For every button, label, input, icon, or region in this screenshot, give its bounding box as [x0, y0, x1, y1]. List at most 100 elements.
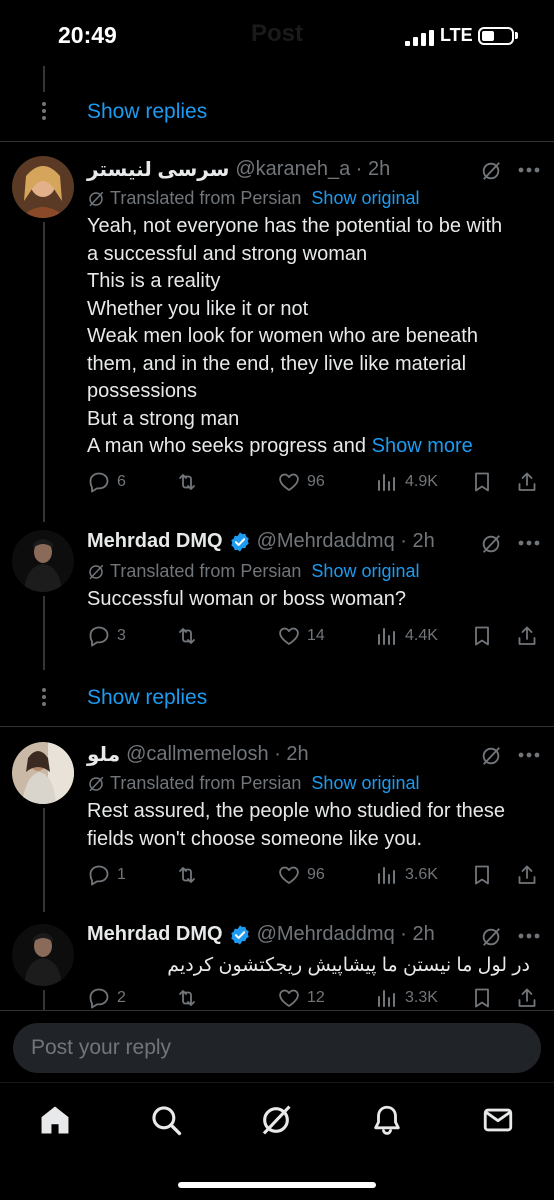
- author-row: سرسی لنیستر @karaneh_a · 2h: [87, 157, 390, 182]
- repost-icon: [179, 474, 195, 490]
- bookmark-icon: [475, 472, 489, 492]
- grok-icon[interactable]: [480, 926, 502, 948]
- reply-button[interactable]: 1: [87, 863, 126, 887]
- repost-button[interactable]: [175, 470, 205, 494]
- views-count: 3.6K: [405, 866, 438, 883]
- like-button[interactable]: 96: [277, 470, 325, 494]
- thread-line: [43, 66, 45, 92]
- author-handle[interactable]: @callmemelosh · 2h: [126, 743, 309, 766]
- translation-row: Translated from Persian Show original: [87, 561, 419, 582]
- show-original-link[interactable]: Show original: [311, 773, 419, 794]
- show-original-link[interactable]: Show original: [311, 188, 419, 209]
- home-indicator: [178, 1182, 376, 1188]
- author-row: ملو @callmemelosh · 2h: [87, 742, 309, 767]
- grok-icon[interactable]: [259, 1103, 293, 1137]
- avatar[interactable]: [12, 924, 74, 986]
- search-icon[interactable]: [149, 1103, 183, 1137]
- more-icon[interactable]: [518, 752, 540, 758]
- author-name[interactable]: سرسی لنیستر: [87, 157, 229, 182]
- show-replies-link[interactable]: Show replies: [87, 100, 207, 124]
- author-row: Mehrdad DMQ @Mehrdaddmq · 2h: [87, 923, 435, 946]
- grok-icon[interactable]: [480, 160, 502, 182]
- reply-count: 6: [117, 473, 126, 490]
- divider: [0, 141, 554, 142]
- tweet-line: fields won't choose someone like you.: [87, 827, 423, 850]
- network-label: LTE: [440, 25, 473, 45]
- like-count: 96: [307, 473, 325, 490]
- reply-count: 3: [117, 627, 126, 644]
- translated-label: Translated from Persian: [110, 188, 302, 208]
- author-handle[interactable]: @karaneh_a · 2h: [235, 158, 390, 181]
- tweet-text: Successful woman or boss woman?: [87, 586, 542, 614]
- tweet-actions: 1 96 3.6K: [87, 863, 542, 891]
- show-replies-link[interactable]: Show replies: [87, 686, 207, 710]
- views-count: 4.9K: [405, 473, 438, 490]
- more-icon[interactable]: [518, 933, 540, 939]
- tweet-line: But a strong man: [87, 407, 240, 430]
- repost-button[interactable]: [175, 986, 205, 1010]
- author-row: Mehrdad DMQ @Mehrdaddmq · 2h: [87, 530, 435, 553]
- share-button[interactable]: [515, 470, 545, 494]
- bookmark-icon: [475, 626, 489, 646]
- author-handle[interactable]: @Mehrdaddmq · 2h: [257, 923, 435, 946]
- bookmark-button[interactable]: [470, 863, 500, 887]
- messages-icon[interactable]: [481, 1103, 515, 1137]
- views-button[interactable]: 3.3K: [375, 986, 438, 1010]
- like-button[interactable]: 96: [277, 863, 325, 887]
- repost-icon: [179, 628, 195, 644]
- share-button[interactable]: [515, 986, 545, 1010]
- author-handle[interactable]: @Mehrdaddmq · 2h: [257, 530, 435, 553]
- like-count: 12: [307, 989, 325, 1006]
- like-button[interactable]: 14: [277, 624, 325, 648]
- share-icon: [518, 865, 536, 884]
- thread-line: [43, 990, 45, 1010]
- heart-icon: [279, 866, 299, 884]
- author-name[interactable]: Mehrdad DMQ: [87, 530, 223, 553]
- reply-input[interactable]: [13, 1023, 541, 1073]
- avatar[interactable]: [12, 742, 74, 804]
- more-replies-dots-icon: [42, 102, 46, 123]
- reply-count: 2: [117, 989, 126, 1006]
- show-more-link[interactable]: Show more: [372, 435, 473, 457]
- tweet-actions: 3 14 4.4K: [87, 624, 542, 652]
- tweet-text: Rest assured, the people who studied for…: [87, 798, 542, 853]
- bookmark-button[interactable]: [470, 986, 500, 1010]
- views-button[interactable]: 4.4K: [375, 624, 438, 648]
- reply-icon: [89, 626, 109, 647]
- views-button[interactable]: 4.9K: [375, 470, 438, 494]
- grok-icon[interactable]: [480, 533, 502, 555]
- reply-icon: [89, 988, 109, 1009]
- avatar[interactable]: [12, 156, 74, 218]
- tweet-actions: 6 96 4.9K: [87, 470, 542, 498]
- share-button[interactable]: [515, 863, 545, 887]
- thread-line: [43, 596, 45, 670]
- avatar[interactable]: [12, 530, 74, 592]
- reply-button[interactable]: 6: [87, 470, 126, 494]
- repost-button[interactable]: [175, 863, 205, 887]
- signal-icon: [405, 30, 434, 46]
- repost-button[interactable]: [175, 624, 205, 648]
- tweet-line: a successful and strong woman: [87, 242, 368, 265]
- home-icon[interactable]: [38, 1103, 72, 1137]
- bookmark-button[interactable]: [470, 470, 500, 494]
- heart-icon: [279, 473, 299, 491]
- reply-button[interactable]: 3: [87, 624, 126, 648]
- translated-label: Translated from Persian: [110, 773, 302, 793]
- like-button[interactable]: 12: [277, 986, 325, 1010]
- bookmark-button[interactable]: [470, 624, 500, 648]
- repost-icon: [179, 990, 195, 1006]
- author-name[interactable]: Mehrdad DMQ: [87, 923, 223, 946]
- notifications-icon[interactable]: [370, 1103, 404, 1137]
- more-icon[interactable]: [518, 167, 540, 173]
- author-name[interactable]: ملو: [87, 742, 120, 767]
- more-icon[interactable]: [518, 540, 540, 546]
- show-original-link[interactable]: Show original: [311, 561, 419, 582]
- tweet-text: در لول ما نیستن ما پیشاپیش ریجکتشون کردی…: [167, 955, 530, 976]
- views-button[interactable]: 3.6K: [375, 863, 438, 887]
- reply-button[interactable]: 2: [87, 986, 126, 1010]
- bookmark-icon: [475, 865, 489, 885]
- reply-icon: [89, 472, 109, 493]
- grok-icon[interactable]: [480, 745, 502, 767]
- share-button[interactable]: [515, 624, 545, 648]
- translate-icon: [89, 564, 104, 579]
